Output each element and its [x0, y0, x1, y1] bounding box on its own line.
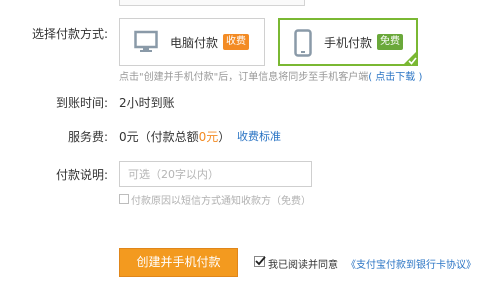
service-fee-prefix: 0元（付款总额	[119, 130, 199, 144]
create-mobile-payment-button[interactable]: 创建并手机付款	[119, 248, 238, 277]
fee-standard-link[interactable]: 收费标准	[237, 128, 281, 144]
checkmark-icon	[255, 256, 266, 266]
monitor-icon	[134, 30, 158, 52]
free-badge: 免费	[377, 34, 403, 50]
hint-text: 点击"创建并手机付款"后，订单信息将同步至手机客户端	[119, 72, 369, 83]
payment-note-label: 付款说明:	[55, 168, 108, 182]
pc-payment-option[interactable]: 电脑付款 收费	[119, 18, 265, 66]
payment-method-label: 选择付款方式:	[31, 27, 108, 41]
previous-field-stub	[119, 0, 305, 6]
mobile-payment-label: 手机付款	[324, 36, 373, 50]
selected-check-icon	[402, 50, 418, 66]
service-fee-value: 0元（付款总额0元）	[119, 128, 230, 145]
arrival-time-value: 2小时到账	[119, 96, 175, 110]
agree-label: 我已阅读并同意	[268, 260, 338, 271]
agree-checkbox[interactable]	[254, 256, 266, 267]
service-fee-label: 服务费:	[67, 130, 108, 144]
service-fee-suffix: ）	[218, 130, 231, 144]
pc-payment-label: 电脑付款	[170, 36, 219, 50]
download-hint: 点击"创建并手机付款"后，订单信息将同步至手机客户端( 点击下载 )	[119, 68, 422, 83]
agreement-link[interactable]: 《支付宝付款到银行卡协议》	[346, 256, 476, 271]
fee-badge: 收费	[223, 34, 249, 50]
total-amount: 0元	[198, 130, 219, 144]
payment-note-input[interactable]	[119, 161, 312, 187]
download-link[interactable]: ( 点击下载 )	[368, 72, 422, 83]
mobile-payment-option[interactable]: 手机付款 免费	[278, 18, 418, 66]
sms-notify-label: 付款原因以短信方式通知收款方（免费）	[131, 196, 311, 207]
arrival-time-label: 到账时间:	[55, 96, 108, 110]
sms-notify-checkbox[interactable]	[119, 194, 129, 204]
phone-icon	[294, 29, 312, 57]
